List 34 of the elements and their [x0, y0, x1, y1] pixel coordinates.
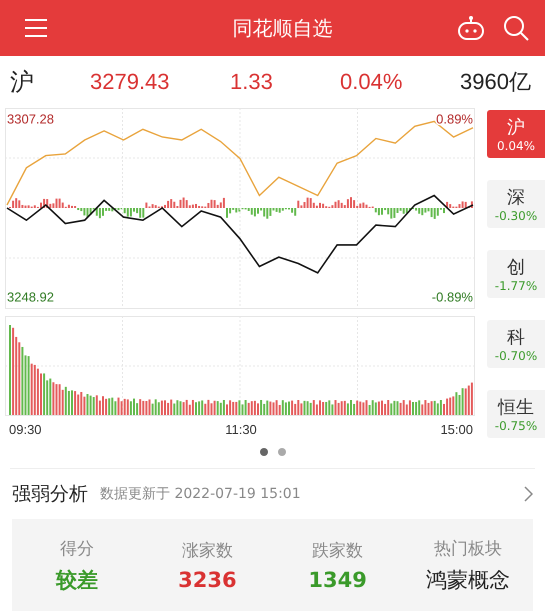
chevron-right-icon[interactable]	[523, 486, 533, 502]
stat-label: 跌家数	[312, 540, 364, 562]
menu-icon[interactable]	[24, 18, 48, 38]
index-tab[interactable]: 恒生 -0.75%	[487, 390, 545, 438]
search-icon[interactable]	[503, 15, 529, 41]
index-change: 1.33	[230, 69, 274, 95]
index-price: 3279.43	[90, 69, 171, 95]
time-label: 15:00	[440, 422, 473, 437]
stat-value: 鸿蒙概念	[426, 566, 510, 594]
robot-icon[interactable]	[457, 15, 485, 41]
stat-value: 1349	[308, 568, 367, 592]
time-label: 09:30	[9, 422, 42, 437]
update-time: 数据更新于 2022-07-19 15:01	[100, 485, 302, 503]
index-percent: 0.04%	[340, 69, 404, 95]
section-title: 强弱分析	[12, 482, 88, 507]
axis-label: -0.89%	[432, 289, 473, 304]
axis-label: 3248.92	[7, 289, 54, 304]
index-tab[interactable]: 科 -0.70%	[487, 320, 545, 368]
page-dot[interactable]	[260, 448, 268, 456]
stat-label: 热门板块	[434, 538, 502, 560]
app-title: 同花顺自选	[232, 14, 334, 42]
index-tab[interactable]: 沪 0.04%	[487, 110, 545, 158]
index-name: 沪	[10, 67, 35, 98]
stat-value: 3236	[178, 568, 237, 592]
time-label: 11:30	[225, 422, 257, 437]
stat-value: 较差	[56, 566, 98, 594]
index-tab[interactable]: 创 -1.77%	[487, 250, 545, 298]
stat-label: 涨家数	[182, 540, 233, 562]
axis-label: 3307.28	[7, 112, 54, 127]
stat-label: 得分	[60, 538, 94, 560]
turnover: 3960亿	[460, 68, 532, 96]
index-tab[interactable]: 深 -0.30%	[487, 180, 545, 228]
axis-label: 0.89%	[436, 112, 473, 127]
page-dot[interactable]	[278, 448, 286, 456]
